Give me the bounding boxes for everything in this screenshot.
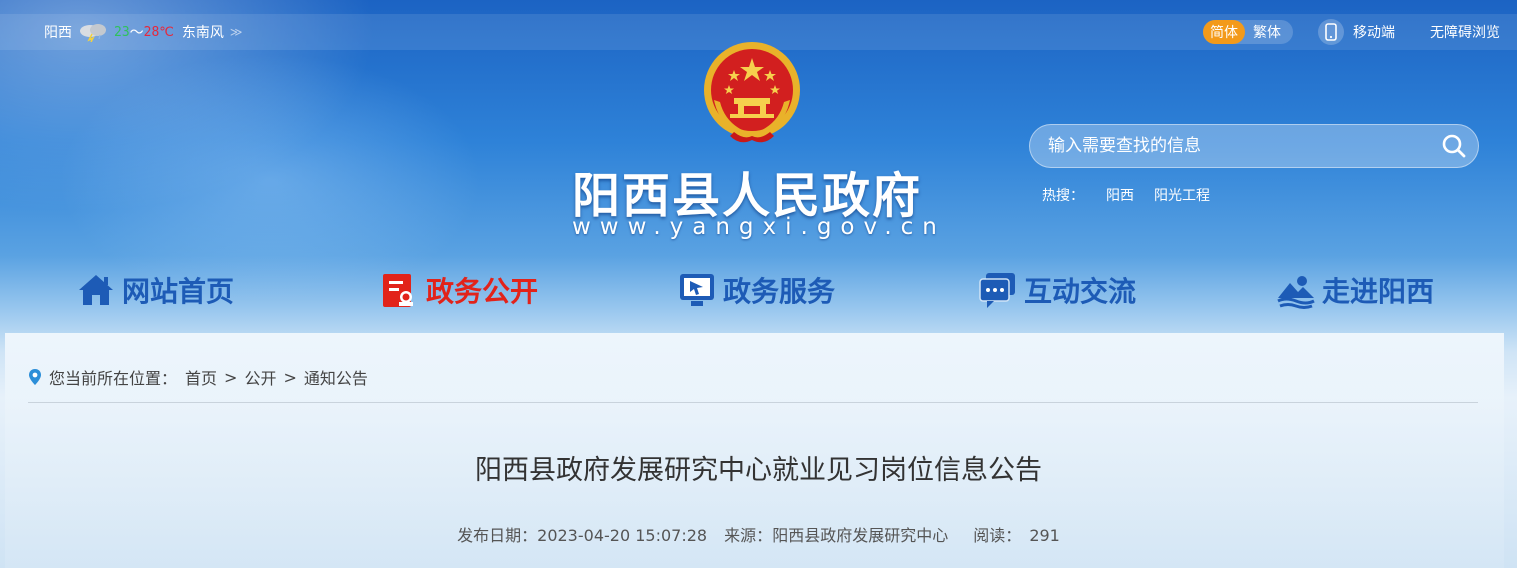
landscape-icon xyxy=(1276,270,1316,310)
publish-date: 发布日期：2023-04-20 15:07:28 xyxy=(457,526,707,545)
search-input[interactable] xyxy=(1030,125,1430,167)
article-title: 阳西县政府发展研究中心就业见习岗位信息公告 xyxy=(475,455,1042,486)
wind-direction: 东南风 xyxy=(181,25,224,41)
accessibility-link[interactable]: 无障碍浏览 xyxy=(1430,22,1500,42)
weather-widget[interactable]: 阳西 23 ～ 28℃ 东南风 ≫ xyxy=(44,22,243,43)
breadcrumb-item-notices[interactable]: 通知公告 xyxy=(304,365,368,389)
breadcrumb-item-home[interactable]: 首页 xyxy=(185,365,217,389)
main-nav: 网站首页 政务公开 政务服务 互动交流 走进阳西 xyxy=(0,266,1517,314)
traditional-chinese-button[interactable]: 繁体 xyxy=(1253,22,1281,42)
mobile-version-link[interactable]: 移动端 xyxy=(1318,19,1395,45)
temp-low: 23 xyxy=(114,24,130,40)
simplified-chinese-button[interactable]: 简体 xyxy=(1203,20,1245,44)
document-icon xyxy=(380,270,420,310)
article-source: 来源：阳西县政府发展研究中心 xyxy=(724,526,948,545)
home-icon xyxy=(76,270,116,310)
chat-icon xyxy=(978,270,1018,310)
nav-item-gov-affairs[interactable]: 政务公开 xyxy=(380,266,538,314)
source-label: 来源： xyxy=(724,526,773,545)
breadcrumb-separator: > xyxy=(224,367,238,387)
mobile-version-label: 移动端 xyxy=(1353,25,1395,41)
nav-item-label: 互动交流 xyxy=(1024,275,1137,308)
breadcrumb-prefix: 您当前所在位置： xyxy=(49,369,178,388)
search-button[interactable] xyxy=(1430,124,1478,168)
nav-item-label: 政务服务 xyxy=(723,275,836,308)
breadcrumb: 您当前所在位置： 首页 > 公开 > 通知公告 xyxy=(28,366,368,388)
hot-search-item[interactable]: 阳西 xyxy=(1106,185,1134,205)
nav-item-gov-services[interactable]: 政务服务 xyxy=(677,266,835,314)
nav-item-about-yangxi[interactable]: 走进阳西 xyxy=(1276,266,1434,314)
nav-item-label: 走进阳西 xyxy=(1322,275,1435,308)
article-meta: 发布日期：2023-04-20 15:07:28 来源：阳西县政府发展研究中心 … xyxy=(0,522,1517,546)
views-label: 阅读： xyxy=(973,526,1022,545)
weather-city: 阳西 xyxy=(44,25,72,41)
weather-more-icon[interactable]: ≫ xyxy=(230,25,243,39)
nav-item-home[interactable]: 网站首页 xyxy=(76,266,234,314)
nav-item-label: 政务公开 xyxy=(426,275,539,308)
publish-date-label: 发布日期： xyxy=(457,526,538,545)
search-icon xyxy=(1442,134,1466,158)
breadcrumb-separator: > xyxy=(283,367,297,387)
hot-search: 热搜： 阳西 阳光工程 xyxy=(1042,185,1210,205)
publish-date-value: 2023-04-20 15:07:28 xyxy=(537,526,708,545)
location-pin-icon xyxy=(28,368,42,386)
hot-search-label: 热搜： xyxy=(1042,188,1084,204)
temp-separator: ～ xyxy=(129,25,144,41)
national-emblem-logo xyxy=(700,40,804,146)
site-url: www.yangxi.gov.cn xyxy=(572,214,946,240)
nav-item-interaction[interactable]: 互动交流 xyxy=(978,266,1136,314)
views-value: 291 xyxy=(1029,526,1060,545)
article-views: 阅读： 291 xyxy=(973,526,1060,545)
temp-high: 28℃ xyxy=(143,24,174,40)
nav-item-label: 网站首页 xyxy=(122,275,235,308)
source-value: 阳西县政府发展研究中心 xyxy=(772,526,949,545)
breadcrumb-item-public[interactable]: 公开 xyxy=(244,365,276,389)
service-screen-icon xyxy=(677,270,717,310)
mobile-phone-icon xyxy=(1318,19,1344,45)
language-switch: 简体 繁体 xyxy=(1203,20,1293,44)
hot-search-item[interactable]: 阳光工程 xyxy=(1154,185,1210,205)
search-box xyxy=(1029,124,1479,168)
thunderstorm-cloud-icon xyxy=(76,22,112,43)
breadcrumb-divider xyxy=(28,402,1478,403)
